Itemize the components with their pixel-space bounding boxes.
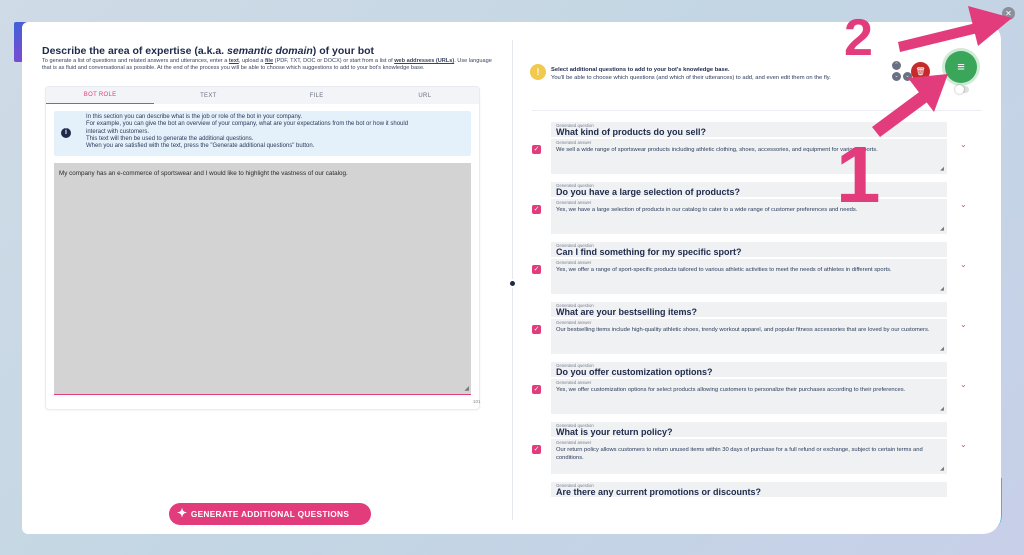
annotation-arrow-to-close [898,6,1012,52]
annotation-arrow-to-add [872,74,948,137]
annotation-arrows [872,6,1012,137]
